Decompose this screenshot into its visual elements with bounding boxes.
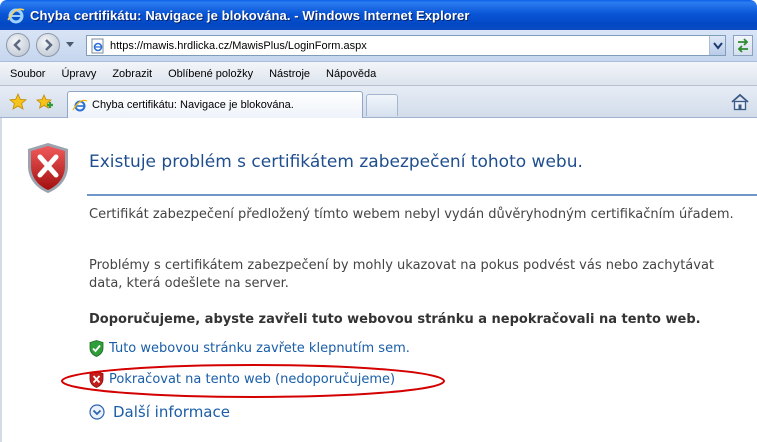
window-title: Chyba certifikátu: Navigace je blokována… — [30, 7, 470, 23]
history-dropdown-icon[interactable] — [66, 42, 74, 48]
tab-bar: Chyba certifikátu: Navigace je blokována… — [0, 86, 757, 118]
menu-favorites[interactable]: Oblíbené položky — [166, 66, 255, 82]
menu-edit[interactable]: Úpravy — [59, 66, 98, 82]
more-info-link[interactable]: Další informace — [113, 403, 230, 421]
forward-arrow-icon — [45, 39, 53, 51]
address-bar[interactable] — [86, 35, 726, 56]
go-button[interactable] — [733, 35, 753, 56]
error-headline: Existuje problém s certifikátem zabezpeč… — [89, 152, 583, 172]
error-page: Existuje problém s certifikátem zabezpeč… — [0, 118, 757, 442]
new-tab-button[interactable] — [366, 94, 398, 116]
ie-tab-icon — [72, 99, 88, 112]
address-dropdown-button[interactable] — [709, 36, 725, 55]
close-page-row: Tuto webovou stránku zavřete klepnutím s… — [89, 340, 410, 357]
add-favorite-icon[interactable] — [36, 93, 54, 111]
tab-current[interactable]: Chyba certifikátu: Navigace je blokována… — [67, 91, 363, 118]
ie-logo-icon — [7, 8, 25, 24]
menu-bar: Soubor Úpravy Zobrazit Oblíbené položky … — [0, 62, 757, 86]
tab-label: Chyba certifikátu: Navigace je blokována… — [92, 99, 294, 111]
favorites-star-icon[interactable] — [9, 93, 27, 111]
menu-help[interactable]: Nápověda — [324, 66, 378, 82]
address-toolbar — [0, 30, 757, 62]
forward-button[interactable] — [36, 33, 60, 57]
ie-page-icon — [91, 38, 104, 53]
green-shield-check-icon — [89, 340, 104, 357]
url-input[interactable] — [110, 39, 690, 52]
menu-tools[interactable]: Nástroje — [267, 66, 312, 82]
title-bar: Chyba certifikátu: Navigace je blokována… — [0, 0, 757, 30]
more-info-row[interactable]: Další informace — [89, 403, 230, 421]
chevron-down-icon — [713, 42, 723, 50]
certificate-explanation: Certifikát zabezpečení předložený tímto … — [89, 207, 734, 222]
home-icon[interactable] — [730, 93, 750, 111]
go-arrow-icon — [737, 38, 749, 53]
security-error-shield-icon — [28, 143, 68, 193]
recommendation-text: Doporučujeme, abyste zavřeli tuto webovo… — [89, 312, 701, 327]
close-page-link[interactable]: Tuto webovou stránku zavřete klepnutím s… — [109, 341, 410, 356]
expand-chevron-icon[interactable] — [89, 404, 105, 420]
menu-view[interactable]: Zobrazit — [110, 66, 154, 82]
menu-file[interactable]: Soubor — [8, 66, 47, 82]
headline-divider — [87, 194, 757, 196]
back-arrow-icon — [13, 39, 21, 51]
highlight-ellipse — [61, 364, 445, 398]
back-button[interactable] — [6, 33, 30, 57]
risk-explanation: Problémy s certifikátem zabezpečení by m… — [89, 258, 715, 291]
